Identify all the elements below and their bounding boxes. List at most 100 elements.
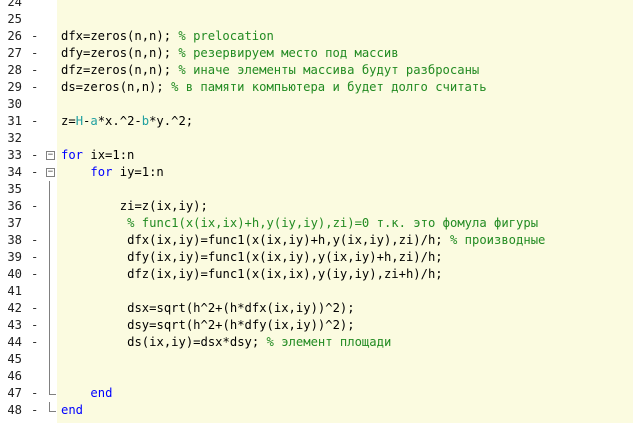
line-number: 42 <box>7 301 22 315</box>
breakpoint-marker[interactable]: - <box>31 62 41 79</box>
fold-guide-line <box>44 215 56 232</box>
fold-guide-line <box>44 266 56 283</box>
line-number: 35 <box>7 182 22 196</box>
keyword-token: for <box>61 148 84 162</box>
fold-toggle-icon[interactable]: − <box>44 164 56 181</box>
code-text[interactable]: dsy=sqrt(h^2+(h*dfy(ix,iy))^2); <box>61 317 355 334</box>
code-token: dsy=sqrt(h^2+(h*dfy(ix,iy))^2); <box>119 318 355 332</box>
breakpoint-marker[interactable]: - <box>31 79 41 96</box>
line-number: 27 <box>7 46 22 60</box>
code-line[interactable]: 38- dfx(ix,iy)=func1(x(ix,iy)+h,y(ix,iy)… <box>0 232 633 249</box>
code-line[interactable]: 40- dfz(ix,iy)=func1(x(ix,ix),y(iy,iy),z… <box>0 266 633 283</box>
code-token: *y.^2; <box>149 114 194 128</box>
breakpoint-marker[interactable]: - <box>31 300 41 317</box>
fold-guide-line <box>44 334 56 351</box>
code-line[interactable]: 43- dsy=sqrt(h^2+(h*dfy(ix,iy))^2); <box>0 317 633 334</box>
code-editor[interactable]: 24 25 26- dfx=zeros(n,n); % prelocation 27- d… <box>0 0 633 423</box>
code-line[interactable]: 28- dfz=zeros(n,n); % иначе элементы масс… <box>0 62 633 79</box>
breakpoint-marker[interactable]: - <box>31 232 41 249</box>
code-text[interactable]: dfy=zeros(n,n); % резервируем место под … <box>61 45 399 62</box>
line-number: 28 <box>7 63 22 77</box>
breakpoint-marker[interactable]: - <box>31 334 41 351</box>
code-line[interactable]: 48- end <box>0 402 633 419</box>
fold-guide-line <box>44 317 56 334</box>
code-token: dfy=zeros(n,n); <box>61 46 179 60</box>
line-number: 31 <box>7 114 22 128</box>
code-text[interactable]: z=H-a*x.^2-b*y.^2; <box>61 113 193 130</box>
code-line[interactable]: 36- zi=z(ix,iy); <box>0 198 633 215</box>
code-line[interactable]: 46 <box>0 368 633 385</box>
code-line[interactable]: 44- ds(ix,iy)=dsx*dsy; % элемент площади <box>0 334 633 351</box>
line-number: 46 <box>7 369 22 383</box>
code-line[interactable]: 45 <box>0 351 633 368</box>
fold-toggle-icon[interactable]: − <box>44 147 56 164</box>
code-line[interactable]: 25 <box>0 11 633 28</box>
code-text[interactable]: end <box>61 402 83 419</box>
line-number: 41 <box>7 284 22 298</box>
code-line[interactable]: 29- ds=zeros(n,n); % в памяти компьютера … <box>0 79 633 96</box>
code-token: dfz(ix,iy)=func1(x(ix,ix),y(iy,iy),zi+h)… <box>119 267 443 281</box>
code-text[interactable]: for iy=1:n <box>61 164 163 181</box>
line-number: 30 <box>7 97 22 111</box>
code-line[interactable]: 26- dfx=zeros(n,n); % prelocation <box>0 28 633 45</box>
code-line[interactable]: 27- dfy=zeros(n,n); % резервируем место п… <box>0 45 633 62</box>
code-text[interactable]: dfy(ix,iy)=func1(x(ix,iy),y(ix,iy)+h,zi)… <box>61 249 443 266</box>
code-token: dfy(ix,iy)=func1(x(ix,iy),y(ix,iy)+h,zi)… <box>119 250 443 264</box>
code-text[interactable]: dfx(ix,iy)=func1(x(ix,iy)+h,y(ix,iy),zi)… <box>61 232 545 249</box>
code-text[interactable]: ds(ix,iy)=dsx*dsy; % элемент площади <box>61 334 391 351</box>
line-number: 24 <box>7 0 22 9</box>
comment-token: % prelocation <box>178 29 274 43</box>
breakpoint-marker[interactable]: - <box>31 266 41 283</box>
line-number: 37 <box>7 216 22 230</box>
line-number: 34 <box>7 165 22 179</box>
code-text[interactable]: end <box>61 385 112 402</box>
line-number: 39 <box>7 250 22 264</box>
code-line[interactable]: 31- z=H-a*x.^2-b*y.^2; <box>0 113 633 130</box>
code-line[interactable]: 30 <box>0 96 633 113</box>
comment-token: % резервируем место под массив <box>178 46 399 60</box>
code-text[interactable]: zi=z(ix,iy); <box>61 198 208 215</box>
keyword-token: end <box>61 403 84 417</box>
code-text[interactable]: dfx=zeros(n,n); % prelocation <box>61 28 274 45</box>
code-text[interactable]: ds=zeros(n,n); % в памяти компьютера и б… <box>61 79 487 96</box>
code-line[interactable]: 39- dfy(ix,iy)=func1(x(ix,iy),y(ix,iy)+h… <box>0 249 633 266</box>
line-number: 45 <box>7 352 22 366</box>
comment-token: % в памяти компьютера и будет долго счит… <box>171 80 487 94</box>
comment-token: % иначе элементы массива будут разбросан… <box>178 63 480 77</box>
line-number: 33 <box>7 148 22 162</box>
minus-icon[interactable]: − <box>46 151 55 160</box>
breakpoint-marker[interactable]: - <box>31 28 41 45</box>
code-lines[interactable]: 24 25 26- dfx=zeros(n,n); % prelocation 27- d… <box>0 0 633 419</box>
variable-token: a <box>90 114 98 128</box>
code-line[interactable]: 37 % func1(x(ix,ix)+h,y(iy,iy),zi)=0 т.к… <box>0 215 633 232</box>
code-line[interactable]: 41 <box>0 283 633 300</box>
code-text[interactable]: dsx=sqrt(h^2+(h*dfx(ix,iy))^2); <box>61 300 355 317</box>
breakpoint-marker[interactable]: - <box>31 385 41 402</box>
code-token: ds(ix,iy)=dsx*dsy; <box>119 335 267 349</box>
code-line[interactable]: 34- − for iy=1:n <box>0 164 633 181</box>
code-line[interactable]: 33- − for ix=1:n <box>0 147 633 164</box>
code-text[interactable]: dfz=zeros(n,n); % иначе элементы массива… <box>61 62 479 79</box>
breakpoint-marker[interactable]: - <box>31 113 41 130</box>
breakpoint-marker[interactable]: - <box>31 45 41 62</box>
breakpoint-marker[interactable]: - <box>31 249 41 266</box>
code-line[interactable]: 47- end <box>0 385 633 402</box>
breakpoint-marker[interactable]: - <box>31 402 41 419</box>
code-line[interactable]: 24 <box>0 0 633 11</box>
minus-icon[interactable]: − <box>46 168 55 177</box>
breakpoint-marker[interactable]: - <box>31 147 41 164</box>
keyword-token: end <box>90 386 113 400</box>
comment-token: % элемент площади <box>266 335 392 349</box>
code-token: dsx=sqrt(h^2+(h*dfx(ix,iy))^2); <box>119 301 355 315</box>
code-line[interactable]: 32 <box>0 130 633 147</box>
code-text[interactable]: dfz(ix,iy)=func1(x(ix,ix),y(iy,iy),zi+h)… <box>61 266 443 283</box>
code-line[interactable]: 42- dsx=sqrt(h^2+(h*dfx(ix,iy))^2); <box>0 300 633 317</box>
code-line[interactable]: 35 <box>0 181 633 198</box>
fold-guide-line <box>44 232 56 249</box>
code-text[interactable]: for ix=1:n <box>61 147 134 164</box>
code-text[interactable]: % func1(x(ix,ix)+h,y(iy,iy),zi)=0 т.к. э… <box>61 215 538 232</box>
fold-guide-line <box>44 368 56 385</box>
breakpoint-marker[interactable]: - <box>31 317 41 334</box>
breakpoint-marker[interactable]: - <box>31 198 41 215</box>
breakpoint-marker[interactable]: - <box>31 164 41 181</box>
